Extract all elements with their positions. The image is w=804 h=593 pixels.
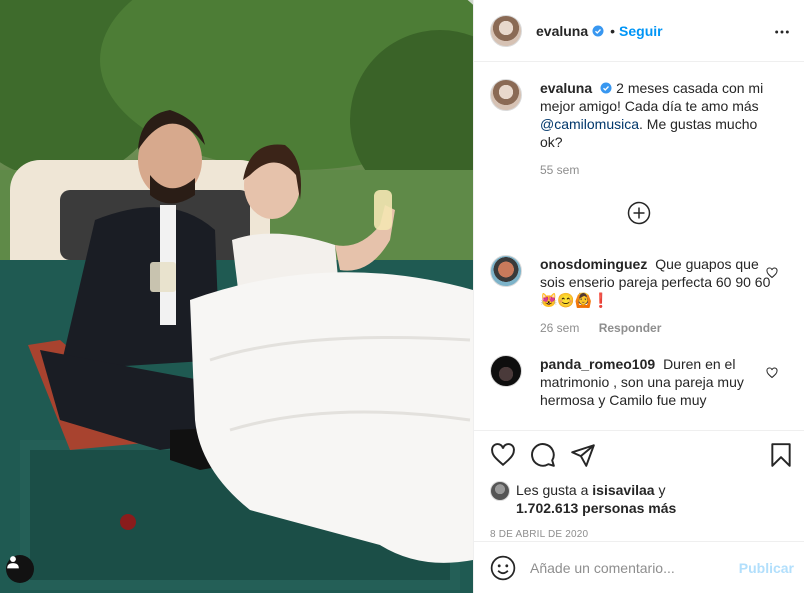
comment-timestamp[interactable]: 26 sem [540, 321, 579, 335]
like-heart-icon[interactable] [490, 442, 516, 468]
post-header: evaluna • Seguir [474, 0, 804, 62]
avatar[interactable] [490, 255, 522, 287]
verified-badge-icon [592, 25, 604, 36]
post-actions: Les gusta a isisavilaa y 1.702.613 perso… [474, 430, 804, 540]
likes-count-link[interactable]: 1.702.613 personas más [516, 500, 676, 516]
comment-bubble-icon[interactable] [530, 442, 556, 468]
user-tag-button[interactable] [6, 555, 34, 583]
caption-text: evaluna 2 meses casada con mi mejor amigo… [540, 79, 772, 151]
more-options-icon[interactable] [774, 24, 790, 40]
likes-middle: y [654, 482, 666, 498]
reply-button[interactable]: Responder [599, 321, 662, 335]
author-username[interactable]: evaluna [536, 23, 588, 39]
post-side-panel: evaluna • Seguir evaluna 2 meses casada c… [473, 0, 804, 593]
comment-text: panda_romeo109 Duren en el matrimonio , … [540, 355, 772, 409]
comment-item: onosdominguez Que guapos que sois enseri… [490, 255, 788, 335]
verified-badge-icon [600, 82, 612, 94]
follow-button[interactable]: Seguir [619, 23, 663, 39]
publish-button[interactable]: Publicar [739, 560, 794, 576]
comment-item: panda_romeo109 Duren en el matrimonio , … [490, 355, 788, 409]
comment-username[interactable]: panda_romeo109 [540, 356, 655, 372]
avatar[interactable] [490, 355, 522, 387]
liker-avatar[interactable] [490, 481, 510, 501]
save-bookmark-icon[interactable] [768, 442, 794, 468]
wedding-photo-illustration [0, 0, 473, 593]
caption-username[interactable]: evaluna [540, 80, 592, 96]
like-comment-heart-icon[interactable] [766, 367, 778, 379]
share-paper-plane-icon[interactable] [570, 442, 596, 468]
plus-circle-icon [627, 201, 651, 225]
likes-prefix: Les gusta a [516, 482, 593, 498]
caption-timestamp[interactable]: 55 sem [540, 163, 772, 177]
emoji-icon[interactable] [490, 555, 516, 581]
separator-dot: • [610, 22, 616, 39]
add-comment-bar: Publicar [474, 541, 804, 593]
comment-meta: 26 sem Responder [540, 321, 772, 335]
like-comment-heart-icon[interactable] [766, 267, 778, 279]
post-photo[interactable] [0, 0, 473, 593]
avatar[interactable] [490, 79, 522, 111]
post-date[interactable]: 8 DE ABRIL DE 2020 [490, 529, 794, 540]
comment-text: onosdominguez Que guapos que sois enseri… [540, 255, 772, 309]
liker-username[interactable]: isisavilaa [592, 482, 654, 498]
likes-summary: Les gusta a isisavilaa y 1.702.613 perso… [490, 481, 794, 517]
comment-username[interactable]: onosdominguez [540, 256, 647, 272]
caption-mention-link[interactable]: @camilomusica [540, 116, 639, 132]
likes-text: Les gusta a isisavilaa y 1.702.613 perso… [516, 481, 676, 517]
comments-list[interactable]: evaluna 2 meses casada con mi mejor amigo… [474, 63, 804, 429]
caption: evaluna 2 meses casada con mi mejor amigo… [490, 79, 788, 177]
comment-input[interactable] [530, 559, 739, 576]
load-more-comments-button[interactable] [490, 201, 788, 225]
action-icons-row [490, 441, 794, 469]
user-tag-icon [7, 556, 19, 569]
avatar[interactable] [490, 14, 522, 47]
